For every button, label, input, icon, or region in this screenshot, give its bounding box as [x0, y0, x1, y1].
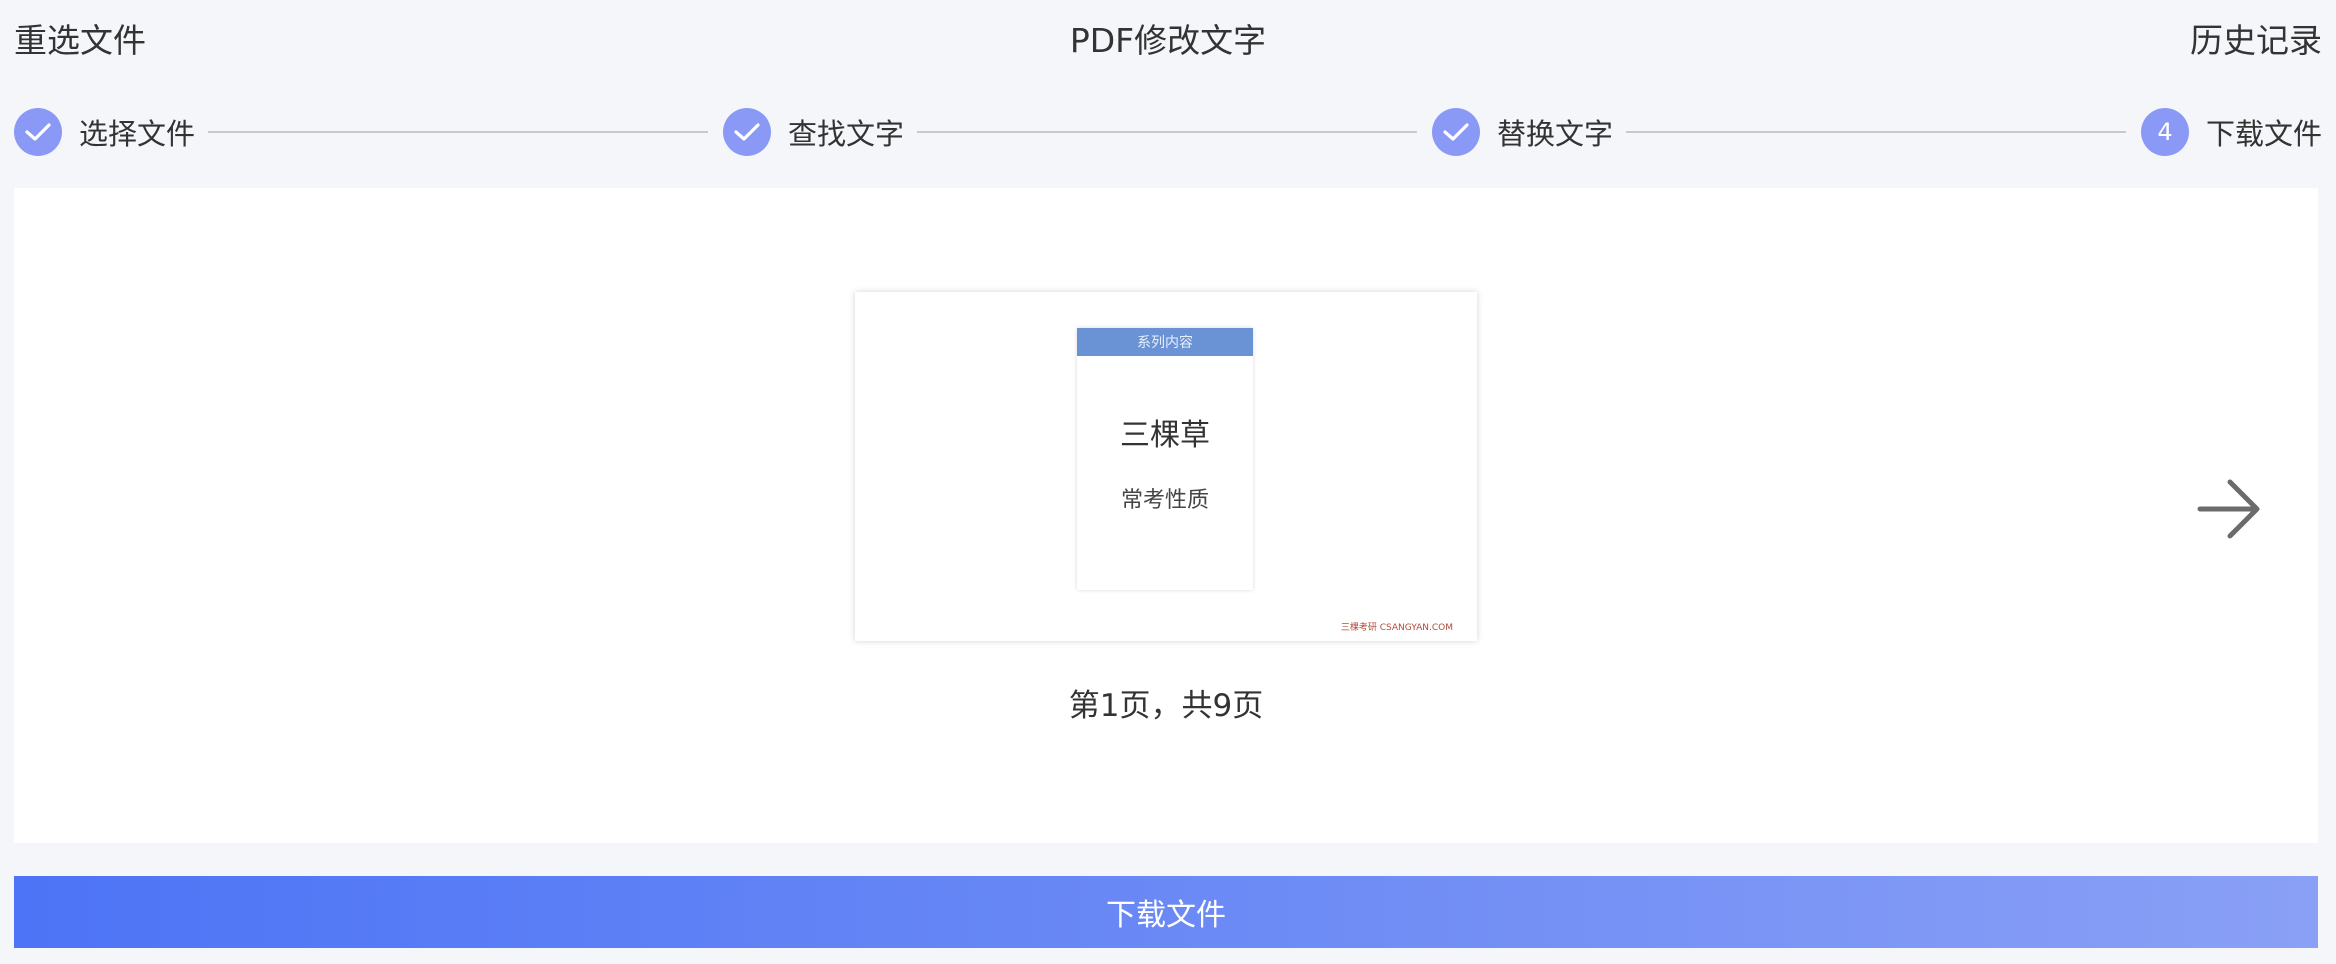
progress-steps: 选择文件 查找文字 替换文字 4 下载文件 [14, 107, 2322, 157]
download-button[interactable]: 下载文件 [14, 876, 2318, 948]
check-icon [14, 108, 62, 156]
check-icon [723, 108, 771, 156]
reselect-file-button[interactable]: 重选文件 [14, 14, 146, 62]
watermark: 三棵考研 CSANGYAN.COM [1340, 623, 1453, 633]
step-connector [208, 131, 708, 133]
step-label: 替换文字 [1497, 117, 1614, 151]
step-select-file: 选择文件 [14, 107, 195, 157]
page-preview[interactable]: 系列内容 三棵草 常考性质 三棵考研 CSANGYAN.COM [855, 292, 1477, 641]
step-connector [917, 131, 1417, 133]
step-connector [1626, 131, 2126, 133]
step-label: 下载文件 [2206, 117, 2323, 151]
step-find-text: 查找文字 [723, 107, 904, 157]
slide-subtitle: 常考性质 [1120, 488, 1209, 513]
check-icon [1432, 108, 1480, 156]
arrow-right-icon[interactable] [2194, 474, 2264, 544]
slide-header: 系列内容 [1077, 328, 1253, 356]
page-indicator: 第1页，共9页 [1068, 688, 1264, 724]
slide-title: 三棵草 [1120, 418, 1210, 453]
page-title: PDF修改文字 [1069, 21, 1267, 60]
step-download-file: 4 下载文件 [2141, 107, 2322, 157]
step-replace-text: 替换文字 [1432, 107, 1613, 157]
step-number-badge: 4 [2141, 108, 2189, 156]
history-button[interactable]: 历史记录 [2190, 14, 2322, 62]
slide-content: 系列内容 三棵草 常考性质 [1077, 328, 1253, 590]
step-label: 查找文字 [788, 117, 905, 151]
top-bar: 重选文件 PDF修改文字 历史记录 [0, 0, 2336, 72]
step-label: 选择文件 [79, 117, 196, 151]
preview-panel: 系列内容 三棵草 常考性质 三棵考研 CSANGYAN.COM 第1页，共9页 [14, 188, 2318, 843]
